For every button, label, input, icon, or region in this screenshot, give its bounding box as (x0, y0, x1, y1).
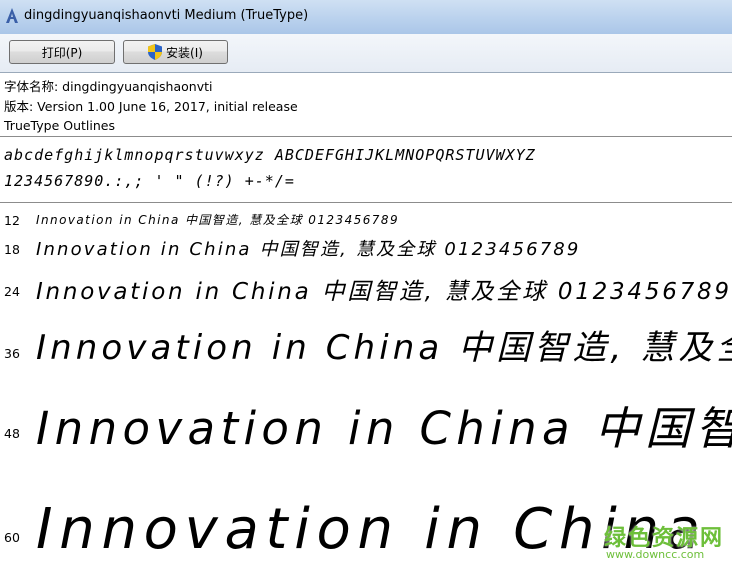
sample-text: Innovation in China 中国智造, 慧及全球 012345678… (36, 328, 732, 368)
size-label: 60 (4, 530, 20, 545)
install-button-label: 安装(I) (166, 45, 203, 60)
divider (0, 136, 732, 137)
outline-type-line: TrueType Outlines (4, 118, 115, 133)
sample-text: Innovation in China 中国智造, 慧及全球 012345678… (36, 497, 732, 562)
sample-row-60: 60 Innovation in China 中国智造, 慧及全球 012345… (0, 468, 732, 572)
sample-text: Innovation in China 中国智造, 慧及全球 012345678… (36, 279, 732, 305)
size-label: 24 (4, 284, 20, 299)
sample-row-36: 36 Innovation in China 中国智造, 慧及全球 012345… (0, 312, 732, 374)
window-title: dingdingyuanqishaonvti Medium (TrueType) (24, 8, 309, 23)
divider (0, 202, 732, 203)
size-label: 48 (4, 426, 20, 441)
title-bar[interactable]: dingdingyuanqishaonvti Medium (TrueType) (0, 0, 732, 35)
size-label: 36 (4, 346, 20, 361)
sample-row-48: 48 Innovation in China 中国智造, 慧及全球 012345… (0, 378, 732, 464)
sample-text: Innovation in China 中国智造, 慧及全球 012345678… (36, 402, 732, 455)
font-info: 字体名称: dingdingyuanqishaonvti 版本: Version… (4, 77, 298, 136)
charset-digits: 1234567890.:,; ' " (!?) +-*/= (4, 172, 295, 190)
version-line: 版本: Version 1.00 June 16, 2017, initial … (4, 98, 298, 114)
sample-text: Innovation in China 中国智造, 慧及全球 012345678… (36, 239, 581, 260)
uac-shield-icon (148, 44, 163, 60)
sample-text: Innovation in China 中国智造, 慧及全球 012345678… (36, 213, 400, 227)
size-label: 18 (4, 242, 20, 257)
toolbar: 打印(P) 安装(I) (0, 34, 732, 73)
sample-row-12: 12 Innovation in China 中国智造, 慧及全球 012345… (0, 208, 732, 230)
font-file-icon (6, 8, 18, 23)
install-button[interactable]: 安装(I) (123, 40, 228, 64)
charset-letters: abcdefghijklmnopqrstuvwxyz ABCDEFGHIJKLM… (4, 146, 536, 164)
print-button-label: 打印(P) (41, 45, 83, 60)
print-button[interactable]: 打印(P) (9, 40, 115, 64)
sample-row-24: 24 Innovation in China 中国智造, 慧及全球 012345… (0, 266, 732, 310)
font-name-line: 字体名称: dingdingyuanqishaonvti (4, 79, 213, 94)
size-label: 12 (4, 213, 20, 228)
sample-row-18: 18 Innovation in China 中国智造, 慧及全球 012345… (0, 232, 732, 264)
